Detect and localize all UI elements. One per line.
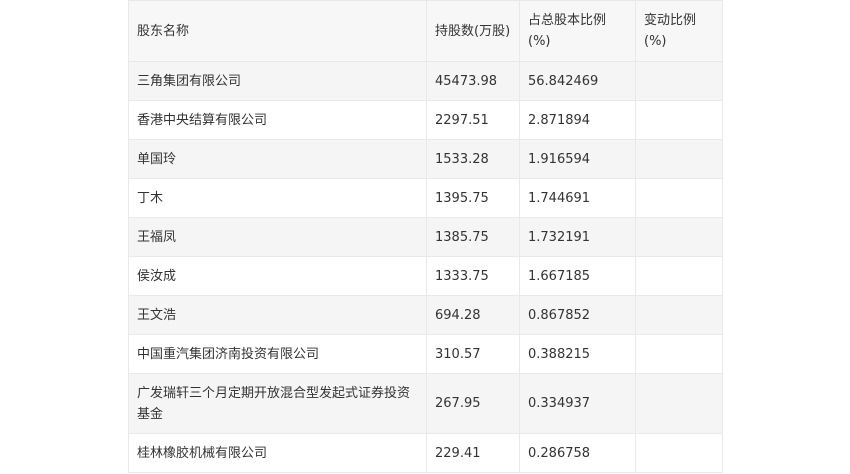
table-row: 中国重汽集团济南投资有限公司 310.57 0.388215 — [128, 334, 723, 374]
table-row: 单国玲 1533.28 1.916594 — [128, 139, 723, 179]
cell-change — [635, 256, 723, 296]
cell-shares: 1385.75 — [426, 217, 520, 257]
cell-name: 侯汝成 — [128, 256, 427, 296]
cell-ratio: 1.916594 — [519, 139, 636, 179]
table-header-row: 股东名称 持股数(万股) 占总股本比例(%) 变动比例(%) — [128, 0, 723, 62]
cell-shares: 694.28 — [426, 295, 520, 335]
cell-ratio: 2.871894 — [519, 100, 636, 140]
cell-shares: 310.57 — [426, 334, 520, 374]
table-row: 丁木 1395.75 1.744691 — [128, 178, 723, 218]
cell-shares: 267.95 — [426, 373, 520, 434]
cell-name: 中国重汽集团济南投资有限公司 — [128, 334, 427, 374]
cell-ratio: 0.286758 — [519, 433, 636, 473]
cell-change — [635, 433, 723, 473]
table-row: 广发瑞轩三个月定期开放混合型发起式证券投资基金 267.95 0.334937 — [128, 373, 723, 434]
cell-change — [635, 178, 723, 218]
cell-ratio: 0.867852 — [519, 295, 636, 335]
cell-change — [635, 217, 723, 257]
table-row: 香港中央结算有限公司 2297.51 2.871894 — [128, 100, 723, 140]
cell-name: 广发瑞轩三个月定期开放混合型发起式证券投资基金 — [128, 373, 427, 434]
cell-change — [635, 295, 723, 335]
cell-ratio: 1.667185 — [519, 256, 636, 296]
cell-name: 香港中央结算有限公司 — [128, 100, 427, 140]
cell-name: 王福凤 — [128, 217, 427, 257]
cell-change — [635, 373, 723, 434]
cell-shares: 1395.75 — [426, 178, 520, 218]
cell-change — [635, 61, 723, 101]
table-row: 三角集团有限公司 45473.98 56.842469 — [128, 61, 723, 101]
shareholder-table: 股东名称 持股数(万股) 占总股本比例(%) 变动比例(%) 三角集团有限公司 … — [128, 0, 723, 473]
shareholder-table-container: 股东名称 持股数(万股) 占总股本比例(%) 变动比例(%) 三角集团有限公司 … — [128, 0, 723, 473]
header-shares-held: 持股数(万股) — [426, 0, 520, 62]
table-row: 王福凤 1385.75 1.732191 — [128, 217, 723, 257]
cell-shares: 1533.28 — [426, 139, 520, 179]
cell-shares: 45473.98 — [426, 61, 520, 101]
cell-name: 丁木 — [128, 178, 427, 218]
cell-ratio: 1.744691 — [519, 178, 636, 218]
cell-shares: 229.41 — [426, 433, 520, 473]
header-share-ratio: 占总股本比例(%) — [519, 0, 636, 62]
cell-shares: 1333.75 — [426, 256, 520, 296]
cell-name: 桂林橡胶机械有限公司 — [128, 433, 427, 473]
cell-ratio: 0.388215 — [519, 334, 636, 374]
cell-ratio: 0.334937 — [519, 373, 636, 434]
cell-name: 单国玲 — [128, 139, 427, 179]
table-row: 桂林橡胶机械有限公司 229.41 0.286758 — [128, 433, 723, 473]
cell-ratio: 1.732191 — [519, 217, 636, 257]
cell-name: 王文浩 — [128, 295, 427, 335]
table-row: 侯汝成 1333.75 1.667185 — [128, 256, 723, 296]
table-row: 王文浩 694.28 0.867852 — [128, 295, 723, 335]
cell-shares: 2297.51 — [426, 100, 520, 140]
cell-change — [635, 334, 723, 374]
cell-name: 三角集团有限公司 — [128, 61, 427, 101]
header-change-ratio: 变动比例(%) — [635, 0, 723, 62]
cell-change — [635, 139, 723, 179]
cell-change — [635, 100, 723, 140]
cell-ratio: 56.842469 — [519, 61, 636, 101]
header-shareholder-name: 股东名称 — [128, 0, 427, 62]
